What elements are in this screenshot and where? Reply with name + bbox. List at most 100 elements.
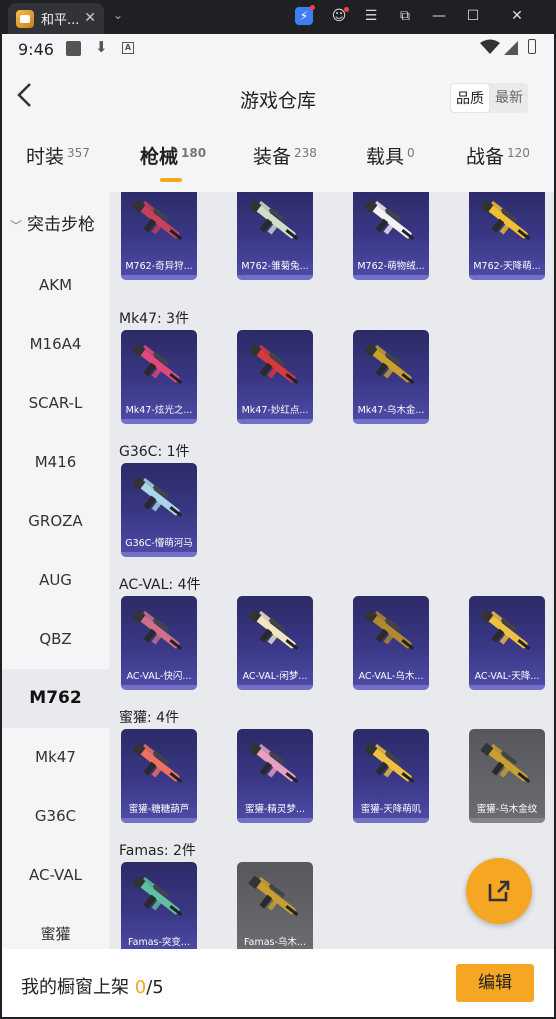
weapon-card[interactable]: Famas-乌木... bbox=[237, 862, 313, 949]
tab-label: 装备 bbox=[253, 146, 292, 168]
weapon-skin-icon bbox=[132, 742, 183, 784]
weapon-card[interactable]: AC-VAL-天降... bbox=[469, 596, 545, 690]
bolt-icon[interactable]: ⚡ bbox=[295, 5, 315, 25]
weapon-card-label: M762-天降萌... bbox=[473, 261, 541, 272]
app-window: 和平... ✕ ⌄ ⚡ ☺ ☰ ⧉ — ☐ ✕ 9:46 ⬇ A 游戏仓库 品质… bbox=[0, 0, 556, 1019]
weapon-card-label: 蜜獾-糖糖葫芦 bbox=[128, 804, 190, 815]
weapon-card[interactable]: M762-萌物绒... bbox=[353, 192, 429, 280]
user-icon[interactable]: ☺ bbox=[330, 7, 349, 24]
tab-supplies[interactable]: 战备 120 bbox=[466, 142, 530, 169]
weapon-card-label: AC-VAL-快闪... bbox=[126, 671, 192, 682]
tab-fashion[interactable]: 时装 357 bbox=[26, 142, 90, 169]
weapon-card[interactable]: 蜜獾-精灵梦... bbox=[237, 729, 313, 823]
screenshot-icon[interactable]: ⧉ bbox=[396, 8, 414, 24]
tab-weapons[interactable]: 枪械 180 bbox=[140, 142, 206, 169]
group-title: AC-VAL: 4件 bbox=[119, 577, 201, 593]
weapon-card[interactable]: Famas-突变... bbox=[121, 862, 197, 949]
wifi-icon bbox=[480, 39, 500, 54]
weapon-card[interactable]: 蜜獾-乌木金纹 bbox=[469, 729, 545, 823]
sidebar-item[interactable]: M762 bbox=[2, 669, 109, 728]
showcase-total: /5 bbox=[146, 977, 164, 998]
sidebar-item[interactable]: QBZ bbox=[2, 610, 109, 669]
tab-equipment[interactable]: 装备 238 bbox=[253, 142, 317, 169]
showcase-footer: 我的橱窗上架 0/5 编辑 bbox=[2, 949, 554, 1017]
window-close-icon[interactable]: ✕ bbox=[508, 8, 526, 24]
tab-count: 357 bbox=[67, 146, 90, 160]
weapon-card[interactable]: AC-VAL-闲梦... bbox=[237, 596, 313, 690]
menu-icon[interactable]: ☰ bbox=[362, 8, 380, 24]
weapon-card-label: Mk47-炫光之... bbox=[125, 405, 193, 416]
weapon-skin-icon bbox=[364, 609, 415, 651]
weapon-card[interactable]: G36C-懵萌河马 bbox=[121, 463, 197, 557]
sidebar-item[interactable]: M416 bbox=[2, 433, 109, 492]
sidebar-header[interactable]: ﹀ 突击步枪 bbox=[10, 210, 95, 235]
weapon-card-label: AC-VAL-天降... bbox=[474, 671, 540, 682]
sidebar-item[interactable]: AKM bbox=[2, 256, 109, 315]
tab-count: 0 bbox=[407, 146, 415, 160]
group-title: Mk47: 3件 bbox=[119, 311, 190, 327]
sort-newest-button[interactable]: 最新 bbox=[490, 83, 528, 113]
weapon-skin-icon bbox=[480, 742, 531, 784]
weapon-skin-icon bbox=[132, 609, 183, 651]
weapon-card[interactable]: M762-天降萌... bbox=[469, 192, 545, 280]
quality-bar bbox=[353, 275, 429, 280]
sidebar-item[interactable]: M16A4 bbox=[2, 315, 109, 374]
quality-bar bbox=[469, 818, 545, 823]
weapon-card[interactable]: AC-VAL-快闪... bbox=[121, 596, 197, 690]
weapon-card[interactable]: Mk47-乌木金... bbox=[353, 330, 429, 424]
tab-count: 238 bbox=[294, 146, 317, 160]
sidebar-item[interactable]: AUG bbox=[2, 551, 109, 610]
sidebar-item[interactable]: Mk47 bbox=[2, 728, 109, 787]
weapon-card[interactable]: AC-VAL-乌木... bbox=[353, 596, 429, 690]
weapon-card[interactable]: M762-奇异狩... bbox=[121, 192, 197, 280]
weapon-skin-icon bbox=[132, 476, 183, 518]
weapon-card[interactable]: 蜜獾-天降萌叽 bbox=[353, 729, 429, 823]
quality-bar bbox=[237, 818, 313, 823]
app-icon bbox=[16, 9, 34, 28]
download-icon: ⬇ bbox=[95, 38, 108, 56]
sidebar-header-label: 突击步枪 bbox=[27, 215, 96, 235]
group-title: Famas: 2件 bbox=[119, 843, 196, 859]
weapon-card-label: Mk47-妙红点... bbox=[241, 405, 309, 416]
window-title-bar: 和平... ✕ ⌄ ⚡ ☺ ☰ ⧉ — ☐ ✕ bbox=[0, 0, 556, 34]
page-header: 游戏仓库 品质 最新 bbox=[2, 74, 554, 124]
weapon-grid: M762-奇异狩... M762-雏菊兔... M762-萌物绒... M762-天降… bbox=[109, 192, 554, 949]
weapon-skin-icon bbox=[480, 199, 531, 241]
maximize-icon[interactable]: ☐ bbox=[464, 8, 482, 24]
weapon-card-label: 蜜獾-乌木金纹 bbox=[476, 804, 538, 815]
quality-bar bbox=[353, 818, 429, 823]
weapon-skin-icon bbox=[480, 609, 531, 651]
edit-button[interactable]: 编辑 bbox=[456, 964, 534, 1002]
weapon-card-label: G36C-懵萌河马 bbox=[125, 538, 193, 549]
weapon-card[interactable]: Mk47-妙红点... bbox=[237, 330, 313, 424]
sort-toggle: 品质 最新 bbox=[450, 83, 528, 113]
quality-bar bbox=[237, 419, 313, 424]
weapon-card[interactable]: 蜜獾-糖糖葫芦 bbox=[121, 729, 197, 823]
sidebar-item[interactable]: G36C bbox=[2, 787, 109, 846]
browser-tab[interactable]: 和平... ✕ bbox=[8, 3, 104, 34]
tab-dropdown-icon[interactable]: ⌄ bbox=[113, 8, 123, 22]
weapon-card[interactable]: Mk47-炫光之... bbox=[121, 330, 197, 424]
weapon-card-label: Famas-突变... bbox=[128, 937, 190, 948]
group-title: G36C: 1件 bbox=[119, 444, 190, 460]
weapon-card-label: AC-VAL-闲梦... bbox=[242, 671, 308, 682]
weapon-skin-icon bbox=[248, 199, 299, 241]
quality-bar bbox=[121, 419, 197, 424]
sidebar-item[interactable]: AC-VAL bbox=[2, 846, 109, 905]
share-fab-button[interactable] bbox=[466, 858, 532, 924]
tab-vehicles[interactable]: 载具 0 bbox=[366, 142, 415, 169]
quality-bar bbox=[121, 818, 197, 823]
weapon-card-label: M762-雏菊兔... bbox=[241, 261, 309, 272]
sidebar-item[interactable]: GROZA bbox=[2, 492, 109, 551]
active-tab-indicator bbox=[160, 178, 182, 182]
status-bar: 9:46 ⬇ A bbox=[2, 34, 554, 64]
weapon-card[interactable]: M762-雏菊兔... bbox=[237, 192, 313, 280]
sidebar-item[interactable]: SCAR-L bbox=[2, 374, 109, 433]
showcase-current-count: 0 bbox=[134, 977, 147, 998]
showcase-label: 我的橱窗上架 bbox=[21, 977, 129, 998]
tab-close-icon[interactable]: ✕ bbox=[84, 10, 96, 26]
weapon-skin-icon bbox=[364, 742, 415, 784]
sort-quality-button[interactable]: 品质 bbox=[450, 83, 490, 113]
minimize-icon[interactable]: — bbox=[430, 8, 448, 24]
weapon-card-label: M762-萌物绒... bbox=[357, 261, 425, 272]
